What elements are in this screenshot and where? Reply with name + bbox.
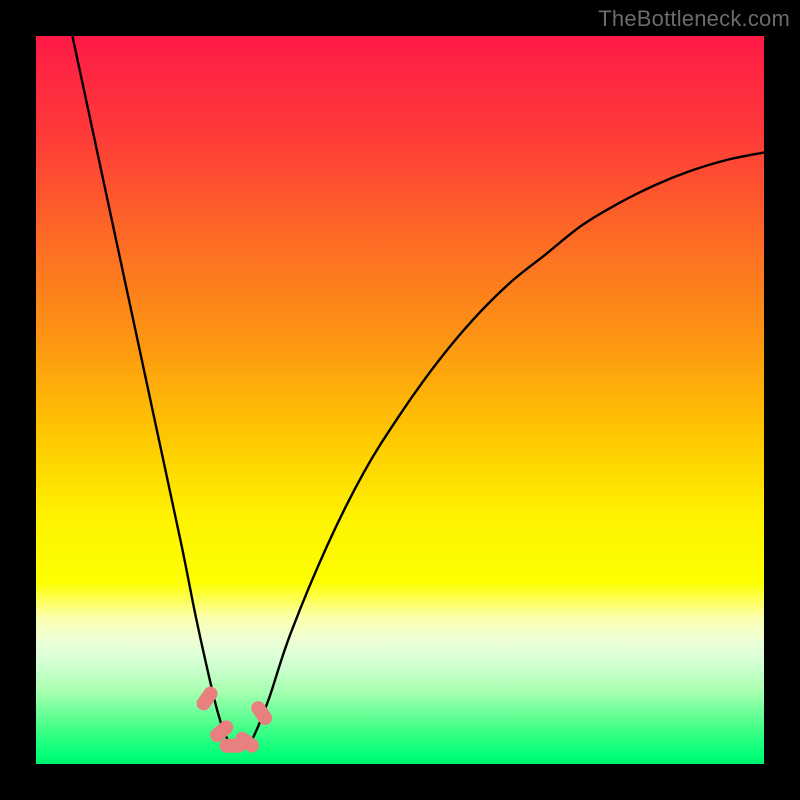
markers-group xyxy=(194,684,275,756)
plot-area xyxy=(36,36,764,764)
bottleneck-curve xyxy=(72,36,764,749)
chart-frame: TheBottleneck.com xyxy=(0,0,800,800)
watermark-text: TheBottleneck.com xyxy=(598,6,790,32)
curve-marker xyxy=(248,698,274,727)
curve-svg xyxy=(36,36,764,764)
